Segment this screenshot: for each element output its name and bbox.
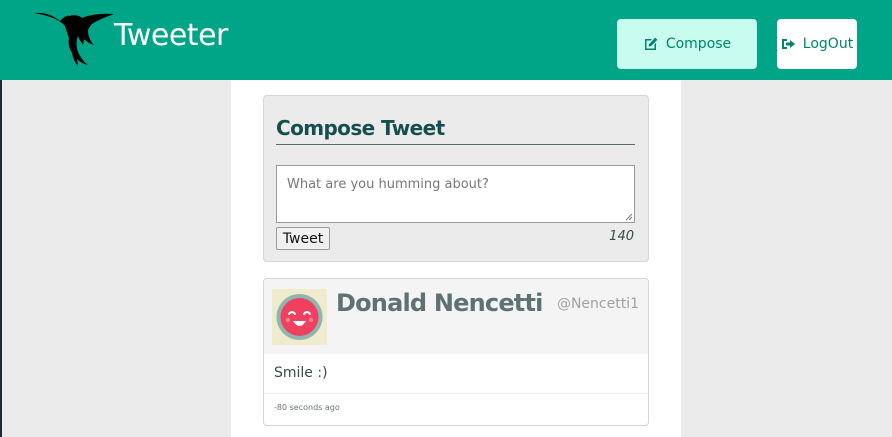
tweet-submit-button[interactable]: Tweet	[276, 227, 330, 250]
compose-tweet-panel: Compose Tweet Tweet 140	[263, 95, 649, 262]
top-nav-bar: Tweeter Compose LogOut	[0, 0, 892, 80]
edit-icon	[644, 37, 658, 50]
char-counter: 140	[609, 229, 634, 244]
resize-handle-icon[interactable]	[625, 213, 633, 221]
compose-title: Compose Tweet	[276, 116, 445, 140]
compose-button-label: Compose	[665, 36, 732, 52]
tweet-card: Donald Nencetti @Nencetti1 Smile :) -80 …	[263, 278, 649, 426]
tweet-input[interactable]	[276, 165, 635, 223]
divider	[264, 393, 648, 394]
tweet-content: Smile :)	[274, 365, 328, 381]
hummingbird-icon	[34, 12, 114, 66]
app-title[interactable]: Tweeter	[114, 18, 228, 53]
tweet-header: Donald Nencetti @Nencetti1	[264, 279, 648, 354]
compose-button[interactable]: Compose	[617, 19, 757, 69]
sign-out-icon	[781, 39, 795, 49]
tweet-author-handle: @Nencetti1	[556, 296, 639, 312]
logout-button-label: LogOut	[802, 36, 854, 52]
divider	[276, 144, 635, 145]
tweet-author-name: Donald Nencetti	[336, 289, 543, 317]
window-edge	[0, 80, 2, 437]
tweet-timestamp: -80 seconds ago	[274, 403, 340, 412]
main-content: Compose Tweet Tweet 140 Donald Nencetti …	[231, 80, 681, 437]
smiley-avatar-icon	[272, 289, 327, 345]
logout-button[interactable]: LogOut	[777, 19, 857, 69]
